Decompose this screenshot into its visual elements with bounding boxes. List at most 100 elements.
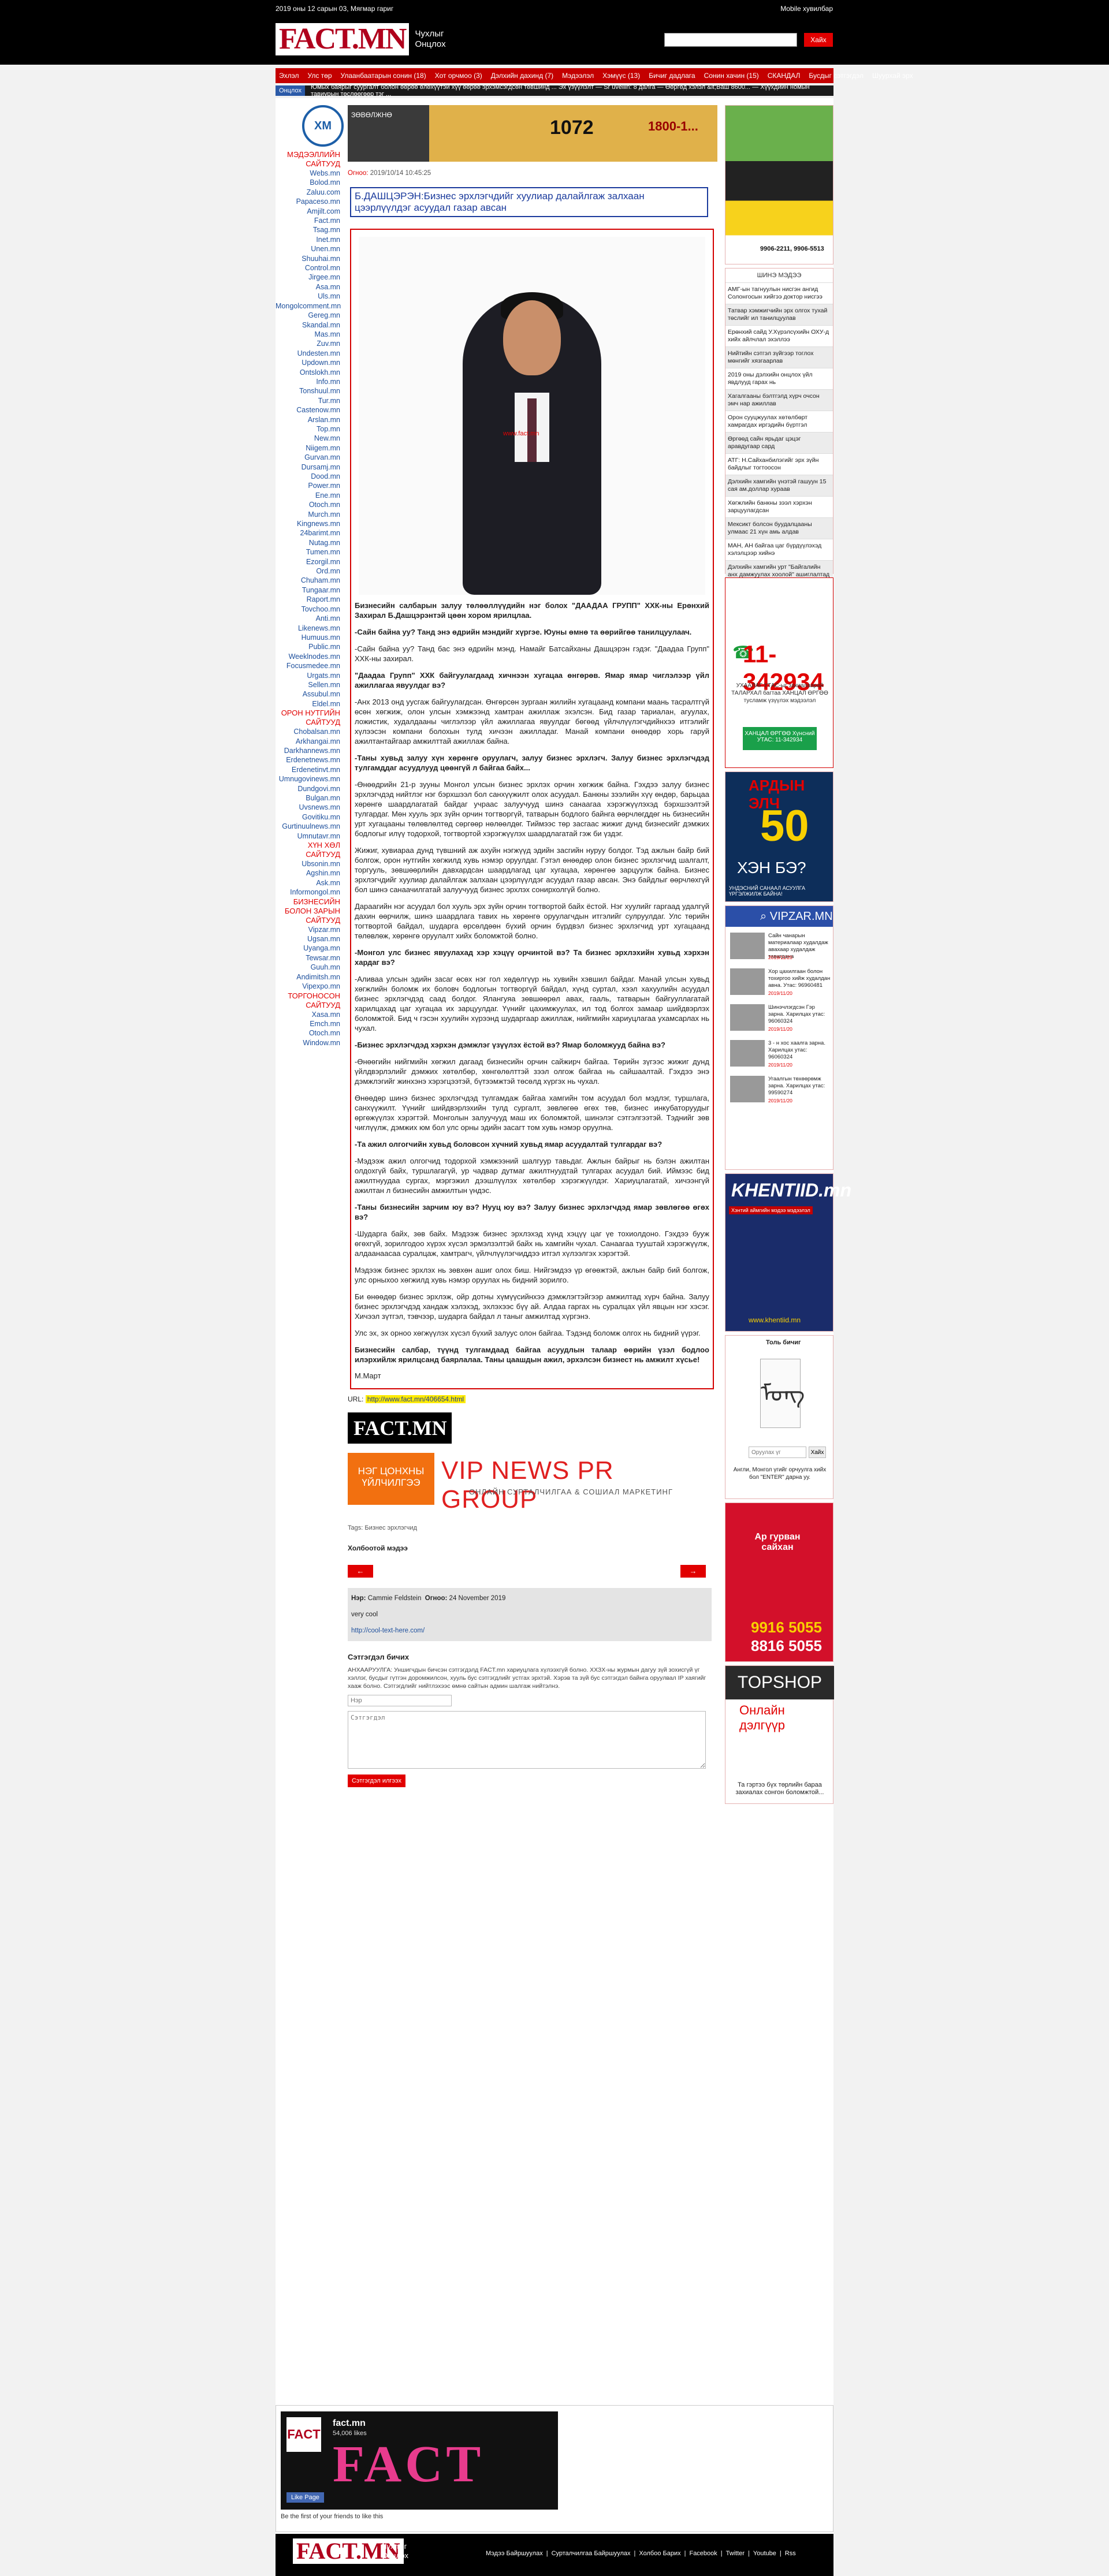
nav-item[interactable]: Эхлэл bbox=[279, 72, 299, 80]
site-link[interactable]: Amjilt.com bbox=[276, 207, 344, 216]
site-link[interactable]: Otoch.mn bbox=[276, 500, 344, 509]
site-link[interactable]: Top.mn bbox=[276, 424, 344, 434]
facebook-page-name[interactable]: fact.mn bbox=[333, 2418, 366, 2429]
site-link[interactable]: Tewsar.mn bbox=[276, 953, 344, 963]
site-link[interactable]: Govitiku.mn bbox=[276, 812, 344, 822]
site-link[interactable]: Fact.mn bbox=[276, 216, 344, 225]
site-logo[interactable]: FACT.MN Чухлыг Онцлох bbox=[276, 23, 446, 55]
news-item[interactable]: Татвар хэмжигчийн эрх олгох тухай төслий… bbox=[725, 304, 833, 325]
site-link[interactable]: Erdenetnews.mn bbox=[276, 755, 344, 765]
site-link[interactable]: Umnutavr.mn bbox=[276, 832, 344, 841]
site-link[interactable]: Papaceso.mn bbox=[276, 197, 344, 206]
site-link[interactable]: Dursamj.mn bbox=[276, 463, 344, 472]
nav-item[interactable]: Мэдээлэл bbox=[562, 72, 594, 80]
site-link[interactable]: Zaluu.com bbox=[276, 188, 344, 197]
news-item[interactable]: 2019 оны дэлхийн онцлох үйл явдлууд гара… bbox=[725, 368, 833, 389]
site-link[interactable]: Zuv.mn bbox=[276, 339, 344, 348]
vipzar-header[interactable]: ⌕ VIPZAR.MN bbox=[725, 906, 833, 927]
nav-item[interactable]: Сонин хачин (15) bbox=[704, 72, 759, 80]
nav-item[interactable]: Улаанбаатарын сонин (18) bbox=[341, 72, 426, 80]
footer-link[interactable]: Мэдээ Байршуулах bbox=[486, 2550, 543, 2557]
site-link[interactable]: Info.mn bbox=[276, 377, 344, 386]
news-item[interactable]: Дэлхийн хамгийн үнэтэй гашуун 15 сая ам.… bbox=[725, 475, 833, 496]
vipzar-item[interactable]: Шинэчлэгдсэн Гэр зарна. Харилцах утас: 9… bbox=[730, 1004, 832, 1033]
site-link[interactable]: Anti.mn bbox=[276, 614, 344, 623]
sports-ad[interactable]: 9906-2211, 9906-5513 bbox=[725, 105, 833, 264]
vipzar-item[interactable]: Сайн чанарын материалаар худалдаж авахаа… bbox=[730, 933, 832, 961]
site-link[interactable]: Ezorgil.mn bbox=[276, 557, 344, 566]
site-link[interactable]: Erdenetinvt.mn bbox=[276, 765, 344, 774]
site-link[interactable]: Updown.mn bbox=[276, 358, 344, 367]
site-link[interactable]: Weeklnodes.mn bbox=[276, 652, 344, 661]
site-link[interactable]: Vipzar.mn bbox=[276, 925, 344, 934]
footer-link[interactable]: Youtube bbox=[753, 2550, 776, 2557]
news-item[interactable]: Мексикт болсон буудалцааны улмаас 21 хүн… bbox=[725, 517, 833, 539]
comment-link[interactable]: http://cool-text-here.com/ bbox=[351, 1626, 708, 1635]
phone-ad[interactable]: ☎ 11-342934 УХААЛАГ УТАС-ыг захиалаарай … bbox=[725, 577, 833, 768]
news-item[interactable]: Нийтийн сэтгэл зүйгээр тоглох мөнгийг хя… bbox=[725, 346, 833, 368]
site-link[interactable]: Eldel.mn bbox=[276, 699, 344, 709]
site-link[interactable]: Arkhangai.mn bbox=[276, 737, 344, 746]
site-link[interactable]: Unen.mn bbox=[276, 244, 344, 254]
search-input[interactable] bbox=[664, 33, 797, 47]
vipzar-item[interactable]: Угаалгын төхөөрөмж зарна. Харилцах утас:… bbox=[730, 1076, 832, 1105]
site-link[interactable]: Uyanga.mn bbox=[276, 944, 344, 953]
site-link[interactable]: Darkhannews.mn bbox=[276, 746, 344, 755]
news-item[interactable]: АТГ: Н.Сайханбилэгийг эрх зүйн байдлыг т… bbox=[725, 453, 833, 475]
footer-link[interactable]: Холбоо Барих bbox=[639, 2550, 680, 2557]
site-link[interactable]: Tonshuul.mn bbox=[276, 386, 344, 396]
news-item[interactable]: МАН, АН байгаа цаг бүрдүүлэхэд хэлэлцээр… bbox=[725, 539, 833, 560]
dictionary-search-button[interactable]: Хайх bbox=[809, 1447, 826, 1458]
site-link[interactable]: Vipexpo.mn bbox=[276, 982, 344, 991]
nav-item[interactable]: Хэмүүс (13) bbox=[602, 72, 640, 80]
footer-link[interactable]: Facebook bbox=[689, 2550, 717, 2557]
site-link[interactable]: Tovchoo.mn bbox=[276, 605, 344, 614]
site-link[interactable]: Urgats.mn bbox=[276, 671, 344, 680]
comment-submit-button[interactable]: Сэтгэгдэл илгээх bbox=[348, 1775, 405, 1787]
site-link[interactable]: Ubsonin.mn bbox=[276, 859, 344, 868]
site-link[interactable]: Assubul.mn bbox=[276, 689, 344, 699]
article-tags[interactable]: Tags: Бизнес эрхлэгчид bbox=[348, 1524, 717, 1531]
site-link[interactable]: New.mn bbox=[276, 434, 344, 443]
site-link[interactable]: Emch.mn bbox=[276, 1019, 344, 1028]
site-link[interactable]: Tsag.mn bbox=[276, 225, 344, 234]
site-link[interactable]: Umnugovinews.mn bbox=[276, 774, 344, 784]
site-link[interactable]: Ask.mn bbox=[276, 878, 344, 888]
site-link[interactable]: Ontslokh.mn bbox=[276, 368, 344, 377]
news-item[interactable]: Орон сууцжуулах хөтөлбөрт хамрагдах иргэ… bbox=[725, 411, 833, 432]
site-link[interactable]: Castenow.mn bbox=[276, 405, 344, 415]
site-link[interactable]: Raport.mn bbox=[276, 595, 344, 604]
site-link[interactable]: Sellen.mn bbox=[276, 680, 344, 689]
site-link[interactable]: Mas.mn bbox=[276, 330, 344, 339]
vipzar-item[interactable]: Хор цахилгаан болон тохиргоо хийж худалд… bbox=[730, 968, 832, 997]
site-link[interactable]: Xasa.mn bbox=[276, 1010, 344, 1019]
site-link[interactable]: Power.mn bbox=[276, 481, 344, 490]
vipzar-item[interactable]: 3 - н хос хаалга зарна. Харилцах утас: 9… bbox=[730, 1040, 832, 1069]
site-link[interactable]: Gurvan.mn bbox=[276, 453, 344, 462]
site-link[interactable]: Inet.mn bbox=[276, 235, 344, 244]
comment-textarea[interactable] bbox=[348, 1711, 706, 1769]
article-url-link[interactable]: http://www.fact.mn/406654.html bbox=[365, 1395, 466, 1403]
footer-link[interactable]: Twitter bbox=[726, 2550, 745, 2557]
site-link[interactable]: Tur.mn bbox=[276, 396, 344, 405]
ger-camp-ad[interactable]: Ар гурван сайхан 9916 5055 8816 5055 bbox=[725, 1503, 833, 1662]
site-link[interactable]: Gereg.mn bbox=[276, 311, 344, 320]
news-item[interactable]: Хөгжлийн банкны зээл хэрхэн зарцуулагдса… bbox=[725, 496, 833, 517]
site-link[interactable]: Bulgan.mn bbox=[276, 793, 344, 803]
facebook-like-button[interactable]: Like Page bbox=[286, 2492, 324, 2503]
site-link[interactable]: Ugsan.mn bbox=[276, 934, 344, 944]
site-link[interactable]: Jirgee.mn bbox=[276, 273, 344, 282]
site-link[interactable]: Dundgovi.mn bbox=[276, 784, 344, 793]
topshop-ad[interactable]: TOPSHOP Онлайн дэлгүүр Та гэртээ бүх төр… bbox=[725, 1665, 834, 1804]
site-link[interactable]: Asa.mn bbox=[276, 282, 344, 292]
site-link[interactable]: Undesten.mn bbox=[276, 349, 344, 358]
site-link[interactable]: Webs.mn bbox=[276, 169, 344, 178]
site-link[interactable]: Window.mn bbox=[276, 1038, 344, 1047]
news-item[interactable]: Ерөнхий сайд У.Хүрэлсүхийн ОХУ-д хийх ай… bbox=[725, 325, 833, 346]
dictionary-input[interactable] bbox=[749, 1447, 806, 1458]
site-link[interactable]: Niigem.mn bbox=[276, 443, 344, 453]
top-banner-ad[interactable]: ЗӨВӨЛЖНӨ 1072 1800-1... bbox=[348, 105, 717, 162]
site-link[interactable]: Ene.mn bbox=[276, 491, 344, 500]
site-link[interactable]: Arslan.mn bbox=[276, 415, 344, 424]
footer-link[interactable]: Rss bbox=[785, 2550, 796, 2557]
